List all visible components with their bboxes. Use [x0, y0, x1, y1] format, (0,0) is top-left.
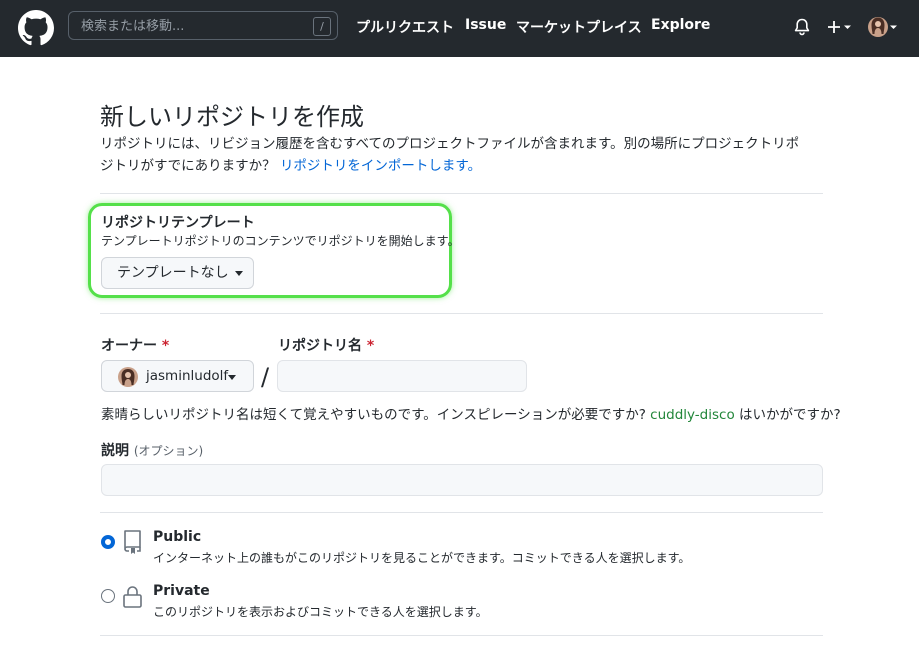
divider: [100, 313, 823, 314]
search-input[interactable]: [79, 15, 303, 37]
template-select-label: テンプレートなし: [117, 265, 229, 281]
template-section-description: テンプレートリポジトリのコンテンツでリポジトリを開始します。: [101, 234, 460, 248]
github-logo-icon[interactable]: [18, 10, 54, 46]
nav-marketplace[interactable]: マーケットプレイス: [516, 17, 642, 37]
search-box[interactable]: /: [68, 11, 338, 40]
owner-label: オーナー *: [101, 338, 170, 354]
repo-name-label: リポジトリ名 *: [278, 338, 375, 354]
public-description: インターネット上の誰もがこのリポジトリを見ることができます。コミットできる人を選…: [153, 551, 691, 565]
nav-explore[interactable]: Explore: [651, 17, 710, 33]
private-radio[interactable]: [101, 589, 115, 603]
divider: [100, 512, 823, 513]
divider: [100, 193, 823, 194]
required-mark: *: [366, 338, 375, 354]
nav-pull-requests[interactable]: プルリクエスト: [356, 17, 454, 37]
owner-repo-separator: /: [261, 363, 270, 391]
chevron-down-icon: [234, 270, 243, 276]
template-select-button[interactable]: テンプレートなし: [101, 257, 254, 289]
required-mark: *: [161, 338, 170, 354]
chevron-down-icon: [228, 375, 236, 380]
description-label: 説明 (オプション): [101, 443, 204, 459]
suggested-repo-name[interactable]: cuddly-disco: [650, 407, 735, 423]
private-description: このリポジトリを表示およびコミットできる人を選択します。: [153, 605, 488, 619]
search-shortcut-hint: /: [313, 17, 331, 36]
notification-bell-icon[interactable]: [792, 17, 812, 37]
public-radio[interactable]: [101, 535, 115, 549]
lock-icon: [123, 586, 142, 608]
page-title: 新しいリポジトリを作成: [100, 103, 364, 131]
private-title: Private: [153, 583, 210, 599]
divider: [100, 635, 823, 636]
owner-avatar-icon: [118, 367, 138, 387]
owner-select-button[interactable]: jasminludolf: [101, 360, 254, 392]
owner-name: jasminludolf: [146, 368, 229, 384]
repo-name-hint: 素晴らしいリポジトリ名は短くて覚えやすいものです。インスピレーションが必要ですか…: [101, 407, 841, 423]
top-navigation-bar: / プルリクエスト Issue マーケットプレイス Explore: [0, 0, 919, 57]
public-title: Public: [153, 529, 202, 545]
import-repository-link[interactable]: リポジトリをインポートします。: [280, 158, 481, 174]
repo-icon: [124, 530, 141, 554]
page-intro: リポジトリには、リビジョン履歴を含むすべてのプロジェクトファイルが含まれます。別…: [100, 133, 812, 177]
optional-tag: (オプション): [133, 444, 204, 458]
user-avatar-menu-icon[interactable]: [868, 15, 902, 39]
nav-issues[interactable]: Issue: [465, 17, 506, 33]
template-section-title: リポジトリテンプレート: [101, 215, 255, 231]
repository-name-input[interactable]: [277, 360, 527, 392]
description-input[interactable]: [101, 464, 823, 496]
create-new-plus-icon[interactable]: [826, 15, 860, 39]
